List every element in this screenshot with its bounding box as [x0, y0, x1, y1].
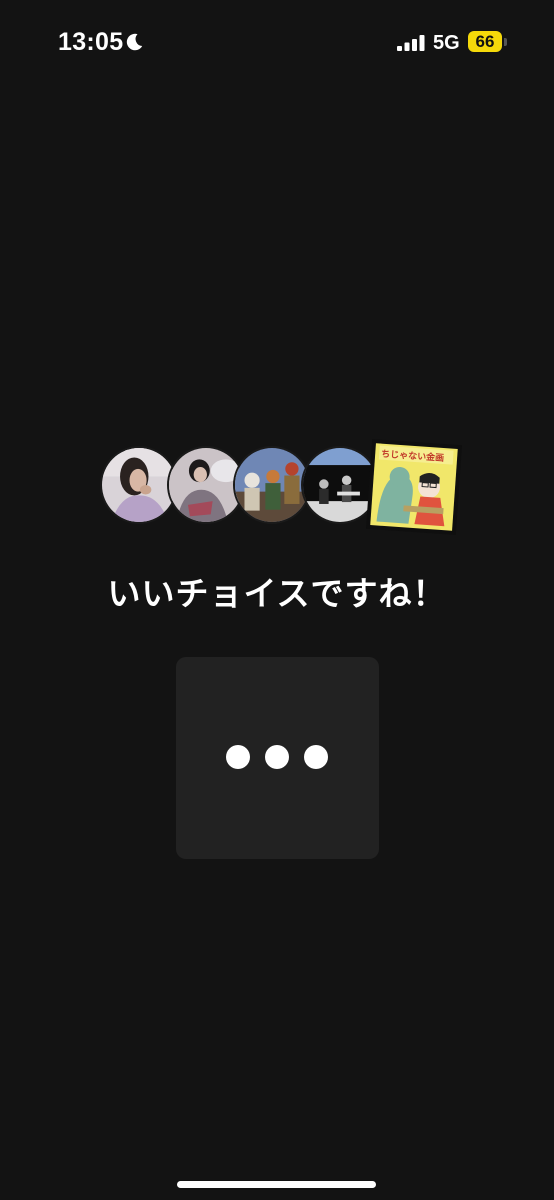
loading-indicator [176, 657, 379, 859]
network-type-label: 5G [433, 32, 460, 54]
ellipsis-loading-icon [226, 745, 250, 769]
status-time: 13:05 [58, 28, 124, 56]
selected-items-avatars: ちじゃない金画 [100, 438, 470, 538]
battery-cap [504, 38, 507, 46]
battery-indicator: 66 [468, 31, 502, 52]
artist-avatar-3 [233, 446, 311, 524]
battery-level: 66 [475, 32, 495, 51]
status-bar: 13:05 5G 66 [0, 0, 554, 84]
cellular-signal-icon [397, 35, 425, 51]
ellipsis-loading-icon [304, 745, 328, 769]
ellipsis-loading-icon [265, 745, 289, 769]
moon-icon [126, 33, 143, 51]
book-cover-thumbnail: ちじゃない金画 [362, 435, 467, 540]
home-indicator[interactable] [177, 1181, 376, 1188]
page-title: いいチョイスですね！ [107, 574, 447, 613]
